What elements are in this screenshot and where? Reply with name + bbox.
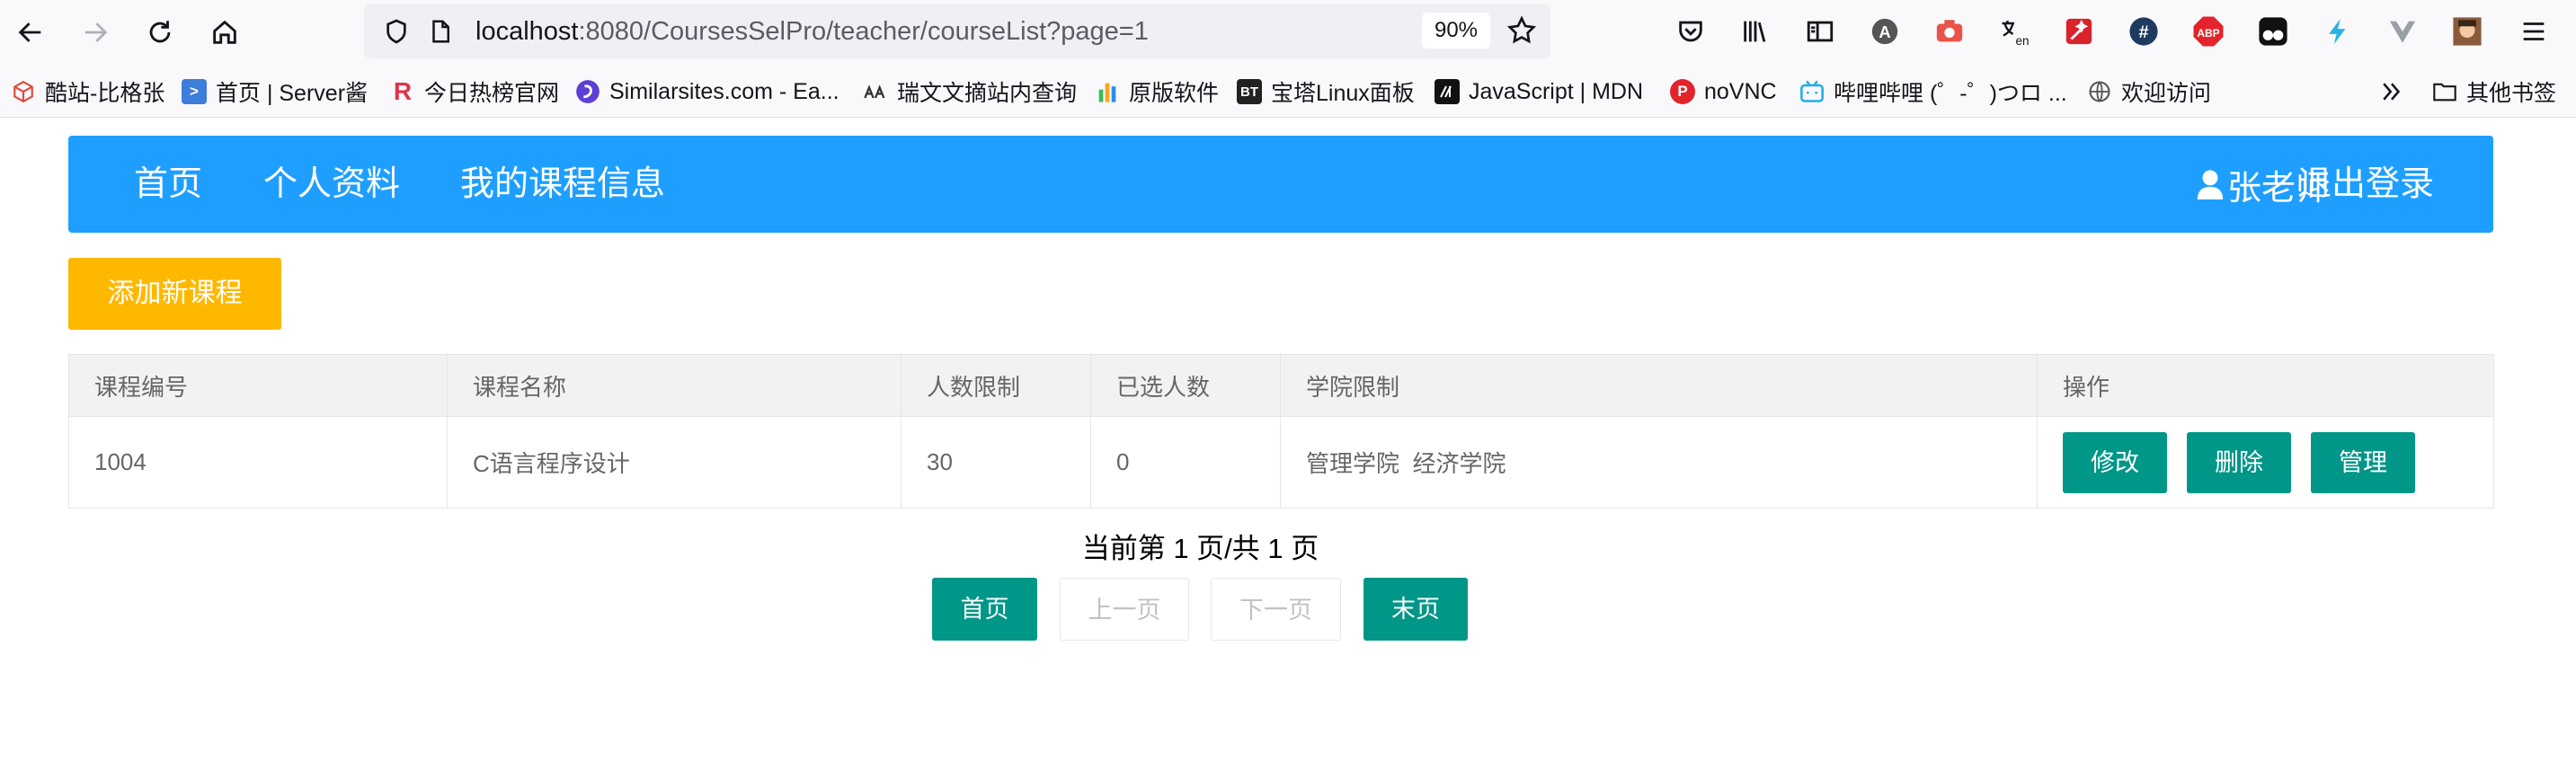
avatar-extension-icon[interactable] (2450, 14, 2484, 49)
svg-text:ABP: ABP (2197, 27, 2219, 40)
reload-icon[interactable] (140, 13, 180, 52)
p-logo-icon: P (1670, 79, 1695, 104)
delete-button[interactable]: 删除 (2187, 431, 2291, 493)
zoom-badge[interactable]: 90% (1422, 13, 1490, 49)
nav-home[interactable]: 首页 (134, 161, 202, 208)
vue-devtools-icon[interactable] (2385, 14, 2420, 49)
cell-selected: 0 (1090, 416, 1281, 509)
bookmark-label: 宝塔Linux面板 (1271, 81, 1415, 106)
bookmark-item[interactable]: 原版软件 (1095, 77, 1219, 106)
bookmark-item[interactable]: P noVNC (1670, 77, 1777, 106)
bookmark-label: noVNC (1704, 78, 1777, 104)
prev-page-button[interactable]: 上一页 (1060, 578, 1189, 641)
home-icon[interactable] (205, 13, 244, 52)
col-selected: 已选人数 (1090, 354, 1281, 417)
bookmark-star-icon[interactable] (1506, 14, 1538, 51)
url-host: localhost (475, 17, 579, 46)
ruiwen-icon (863, 79, 888, 104)
forward-arrow-icon[interactable] (76, 13, 115, 52)
bookmark-item[interactable]: BT 宝塔Linux面板 (1237, 77, 1415, 106)
cell-college: 管理学院 经济学院 (1280, 416, 2038, 509)
cell-course-id: 1004 (68, 416, 448, 509)
bookmark-label: 首页 | Server酱 (216, 81, 369, 106)
menu-hamburger-icon[interactable] (2517, 14, 2551, 49)
bookmark-label: 今日热榜官网 (424, 81, 560, 106)
bookmarks-bar: 酷站-比格张 > 首页 | Server酱 R 今日热榜官网 Similarsi… (0, 65, 2576, 118)
bookmark-label: Similarsites.com - Ea... (609, 78, 839, 104)
globe-icon (2087, 79, 2112, 104)
translate-icon[interactable]: en (1997, 14, 2031, 49)
adblock-plus-icon[interactable]: ABP (2191, 14, 2225, 49)
col-course-name: 课程名称 (447, 354, 902, 417)
bookmark-label: 瑞文文摘站内查询 (897, 81, 1078, 106)
account-a-icon[interactable]: A (1868, 14, 1902, 49)
url-text[interactable]: localhost:8080/CoursesSelPro/teacher/cou… (475, 16, 1149, 47)
screenshot-camera-icon[interactable] (1932, 14, 1967, 49)
cell-limit: 30 (901, 416, 1091, 509)
chevron-right-icon: > (182, 79, 207, 104)
table-header-row: 课程编号 课程名称 人数限制 已选人数 学院限制 操作 (68, 354, 2494, 417)
nav-profile[interactable]: 个人资料 (263, 161, 400, 208)
cube-icon (11, 79, 36, 104)
bookmark-item[interactable]: 欢迎访问 (2087, 77, 2211, 106)
svg-text:#: # (2138, 22, 2148, 42)
col-college: 学院限制 (1280, 354, 2038, 417)
bars-icon (1095, 79, 1120, 104)
edit-button[interactable]: 修改 (2063, 431, 2167, 493)
similarsites-icon (575, 79, 600, 104)
page-info: 当前第 1 页/共 1 页 (1081, 533, 1319, 564)
page-icon[interactable] (427, 16, 454, 51)
bookmark-item[interactable]: JavaScript | MDN (1435, 77, 1643, 106)
other-bookmarks-label: 其他书签 (2466, 81, 2557, 106)
svg-text:A: A (1879, 22, 1890, 41)
pocket-icon[interactable] (1674, 14, 1708, 49)
bookmark-item[interactable]: R 今日热榜官网 (390, 77, 559, 106)
cell-course-name: C语言程序设计 (447, 416, 902, 509)
library-icon[interactable] (1738, 14, 1772, 49)
cell-actions: 修改 删除 管理 (2037, 416, 2494, 509)
other-bookmarks[interactable]: 其他书签 (2432, 77, 2556, 106)
table-row: 1004 C语言程序设计 30 0 管理学院 经济学院 修改 删除 管理 (68, 416, 2494, 509)
tampermonkey-icon[interactable] (2256, 14, 2290, 49)
bookmark-item[interactable]: 酷站-比格张 (11, 77, 164, 106)
svg-text:en: en (2016, 34, 2030, 48)
nav-logout[interactable]: 退出登录 (2297, 161, 2434, 208)
bookmark-label: JavaScript | MDN (1469, 78, 1644, 104)
bt-logo-icon: BT (1237, 79, 1262, 104)
first-page-button[interactable]: 首页 (932, 578, 1037, 641)
browser-toolbar: localhost:8080/CoursesSelPro/teacher/cou… (0, 0, 2576, 65)
next-page-button[interactable]: 下一页 (1211, 578, 1341, 641)
back-arrow-icon[interactable] (11, 13, 50, 52)
add-course-button[interactable]: 添加新课程 (68, 258, 281, 330)
bookmark-label: 欢迎访问 (2121, 81, 2212, 106)
bookmark-label: 酷站-比格张 (45, 81, 165, 106)
shield-icon[interactable] (382, 16, 411, 51)
hashtag-icon[interactable]: # (2127, 14, 2161, 49)
top-navbar: 首页 个人资料 我的课程信息 张老师 退出登录 (68, 136, 2493, 233)
course-table: 课程编号 课程名称 人数限制 已选人数 学院限制 操作 1004 C语言程序设计… (68, 354, 2494, 509)
bookmark-item[interactable]: Similarsites.com - Ea... (575, 77, 839, 106)
manage-button[interactable]: 管理 (2311, 431, 2415, 493)
bookmark-item[interactable]: > 首页 | Server酱 (182, 77, 368, 106)
bookmark-label: 原版软件 (1129, 81, 1220, 106)
user-icon (2197, 170, 2224, 199)
bookmark-label: 哔哩哔哩 (゜-゜)つロ ... (1834, 81, 2067, 106)
address-bar[interactable]: localhost:8080/CoursesSelPro/teacher/cou… (364, 4, 1550, 59)
last-page-button[interactable]: 末页 (1364, 578, 1468, 641)
url-path: :8080/CoursesSelPro/teacher/courseList?p… (578, 17, 1149, 46)
col-limit: 人数限制 (901, 354, 1091, 417)
col-actions: 操作 (2037, 354, 2494, 417)
nav-my-courses[interactable]: 我的课程信息 (460, 161, 665, 208)
r-logo-icon: R (393, 77, 413, 105)
bilibili-icon (1799, 79, 1825, 104)
folder-icon (2432, 79, 2457, 104)
bookmark-item[interactable]: 哔哩哔哩 (゜-゜)つロ ... (1799, 77, 2067, 106)
col-course-id: 课程编号 (68, 354, 448, 417)
bookmark-item[interactable]: 瑞文文摘站内查询 (863, 77, 1077, 106)
mdn-icon (1435, 79, 1460, 104)
lightning-icon[interactable] (2321, 14, 2355, 49)
sidebar-icon[interactable] (1803, 14, 1837, 49)
magic-wand-icon[interactable] (2062, 14, 2096, 49)
more-bookmarks-chevron-icon[interactable] (2378, 77, 2405, 106)
